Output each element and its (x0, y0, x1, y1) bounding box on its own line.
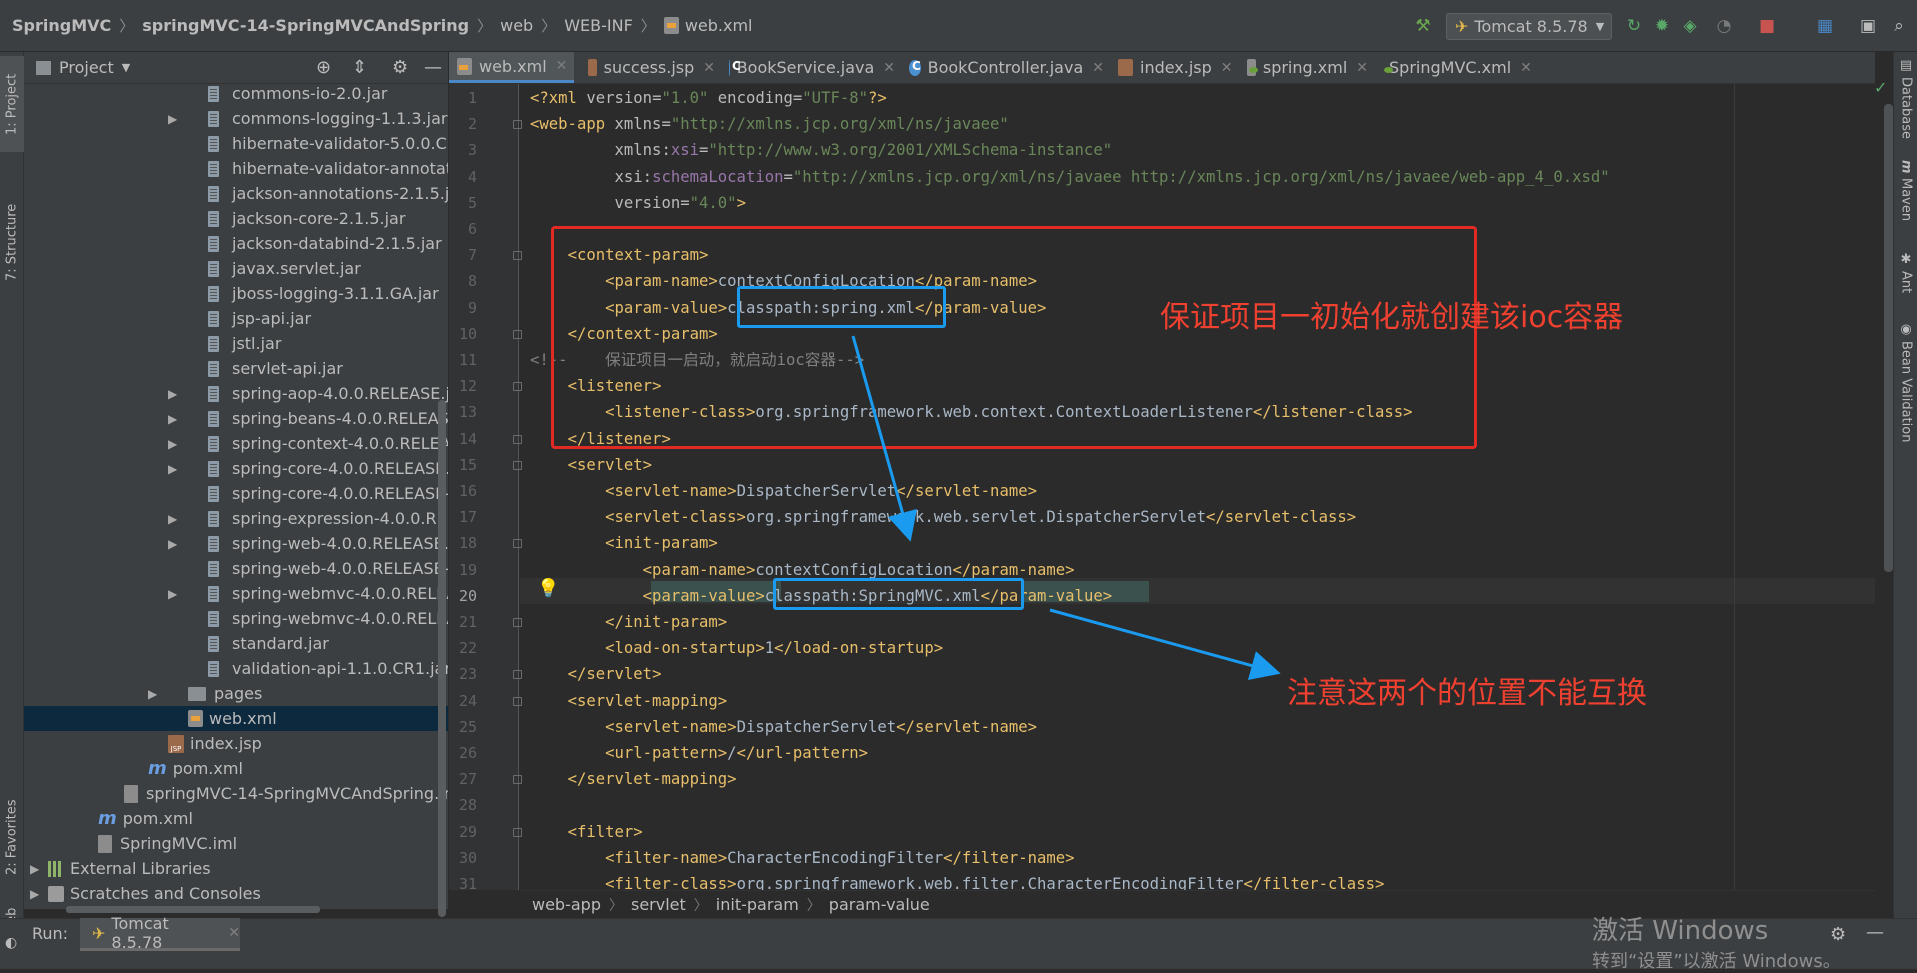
line-number: 6 (467, 220, 477, 238)
fold-marker-icon[interactable] (513, 434, 522, 444)
line-number: 13 (458, 403, 477, 422)
line-number: 23 (458, 665, 477, 684)
line-number: 26 (458, 744, 477, 762)
line-number: 28 (458, 796, 477, 815)
fold-marker-icon[interactable] (513, 120, 522, 130)
line-number: 12 (458, 377, 477, 396)
line-number: 29 (458, 822, 477, 841)
line-number: 24 (458, 691, 477, 710)
line-number: 5 (467, 193, 477, 212)
line-number: 21 (458, 613, 477, 631)
fold-marker-icon[interactable] (513, 618, 522, 627)
fold-marker-icon[interactable] (513, 539, 522, 549)
line-number: 8 (467, 272, 477, 291)
line-number: 4 (467, 167, 477, 186)
line-number: 16 (458, 482, 477, 500)
line-number: 18 (458, 534, 477, 553)
line-number: 7 (467, 246, 477, 265)
line-number: 17 (458, 508, 477, 527)
line-number: 3 (467, 141, 477, 160)
line-number: 10 (458, 324, 477, 343)
fold-marker-icon[interactable] (513, 329, 522, 339)
line-number: 2 (467, 115, 477, 134)
fold-marker-icon[interactable] (513, 670, 522, 680)
arrow-to-order-note (1049, 608, 1281, 681)
fold-marker-icon[interactable] (513, 827, 522, 837)
line-number: 11 (458, 351, 477, 369)
line-number: 19 (458, 560, 477, 579)
fold-marker-icon[interactable] (513, 251, 522, 261)
line-number: 15 (458, 455, 477, 474)
line-number: 27 (458, 770, 477, 789)
line-number: 14 (458, 429, 477, 448)
arrow-spring-to-springmvc (851, 335, 917, 542)
fold-marker-icon[interactable] (513, 460, 522, 470)
fold-marker-icon[interactable] (513, 696, 522, 706)
line-number: 22 (458, 639, 477, 658)
fold-marker-icon[interactable] (513, 775, 522, 785)
line-number: 31 (458, 875, 477, 893)
fold-marker-icon[interactable] (513, 382, 522, 392)
line-number: 1 (467, 89, 477, 107)
line-number: 9 (467, 298, 477, 317)
annotation-arrows (851, 335, 1281, 681)
line-number: 30 (458, 848, 477, 867)
line-number: 20 (458, 586, 477, 605)
line-number: 25 (458, 717, 477, 736)
